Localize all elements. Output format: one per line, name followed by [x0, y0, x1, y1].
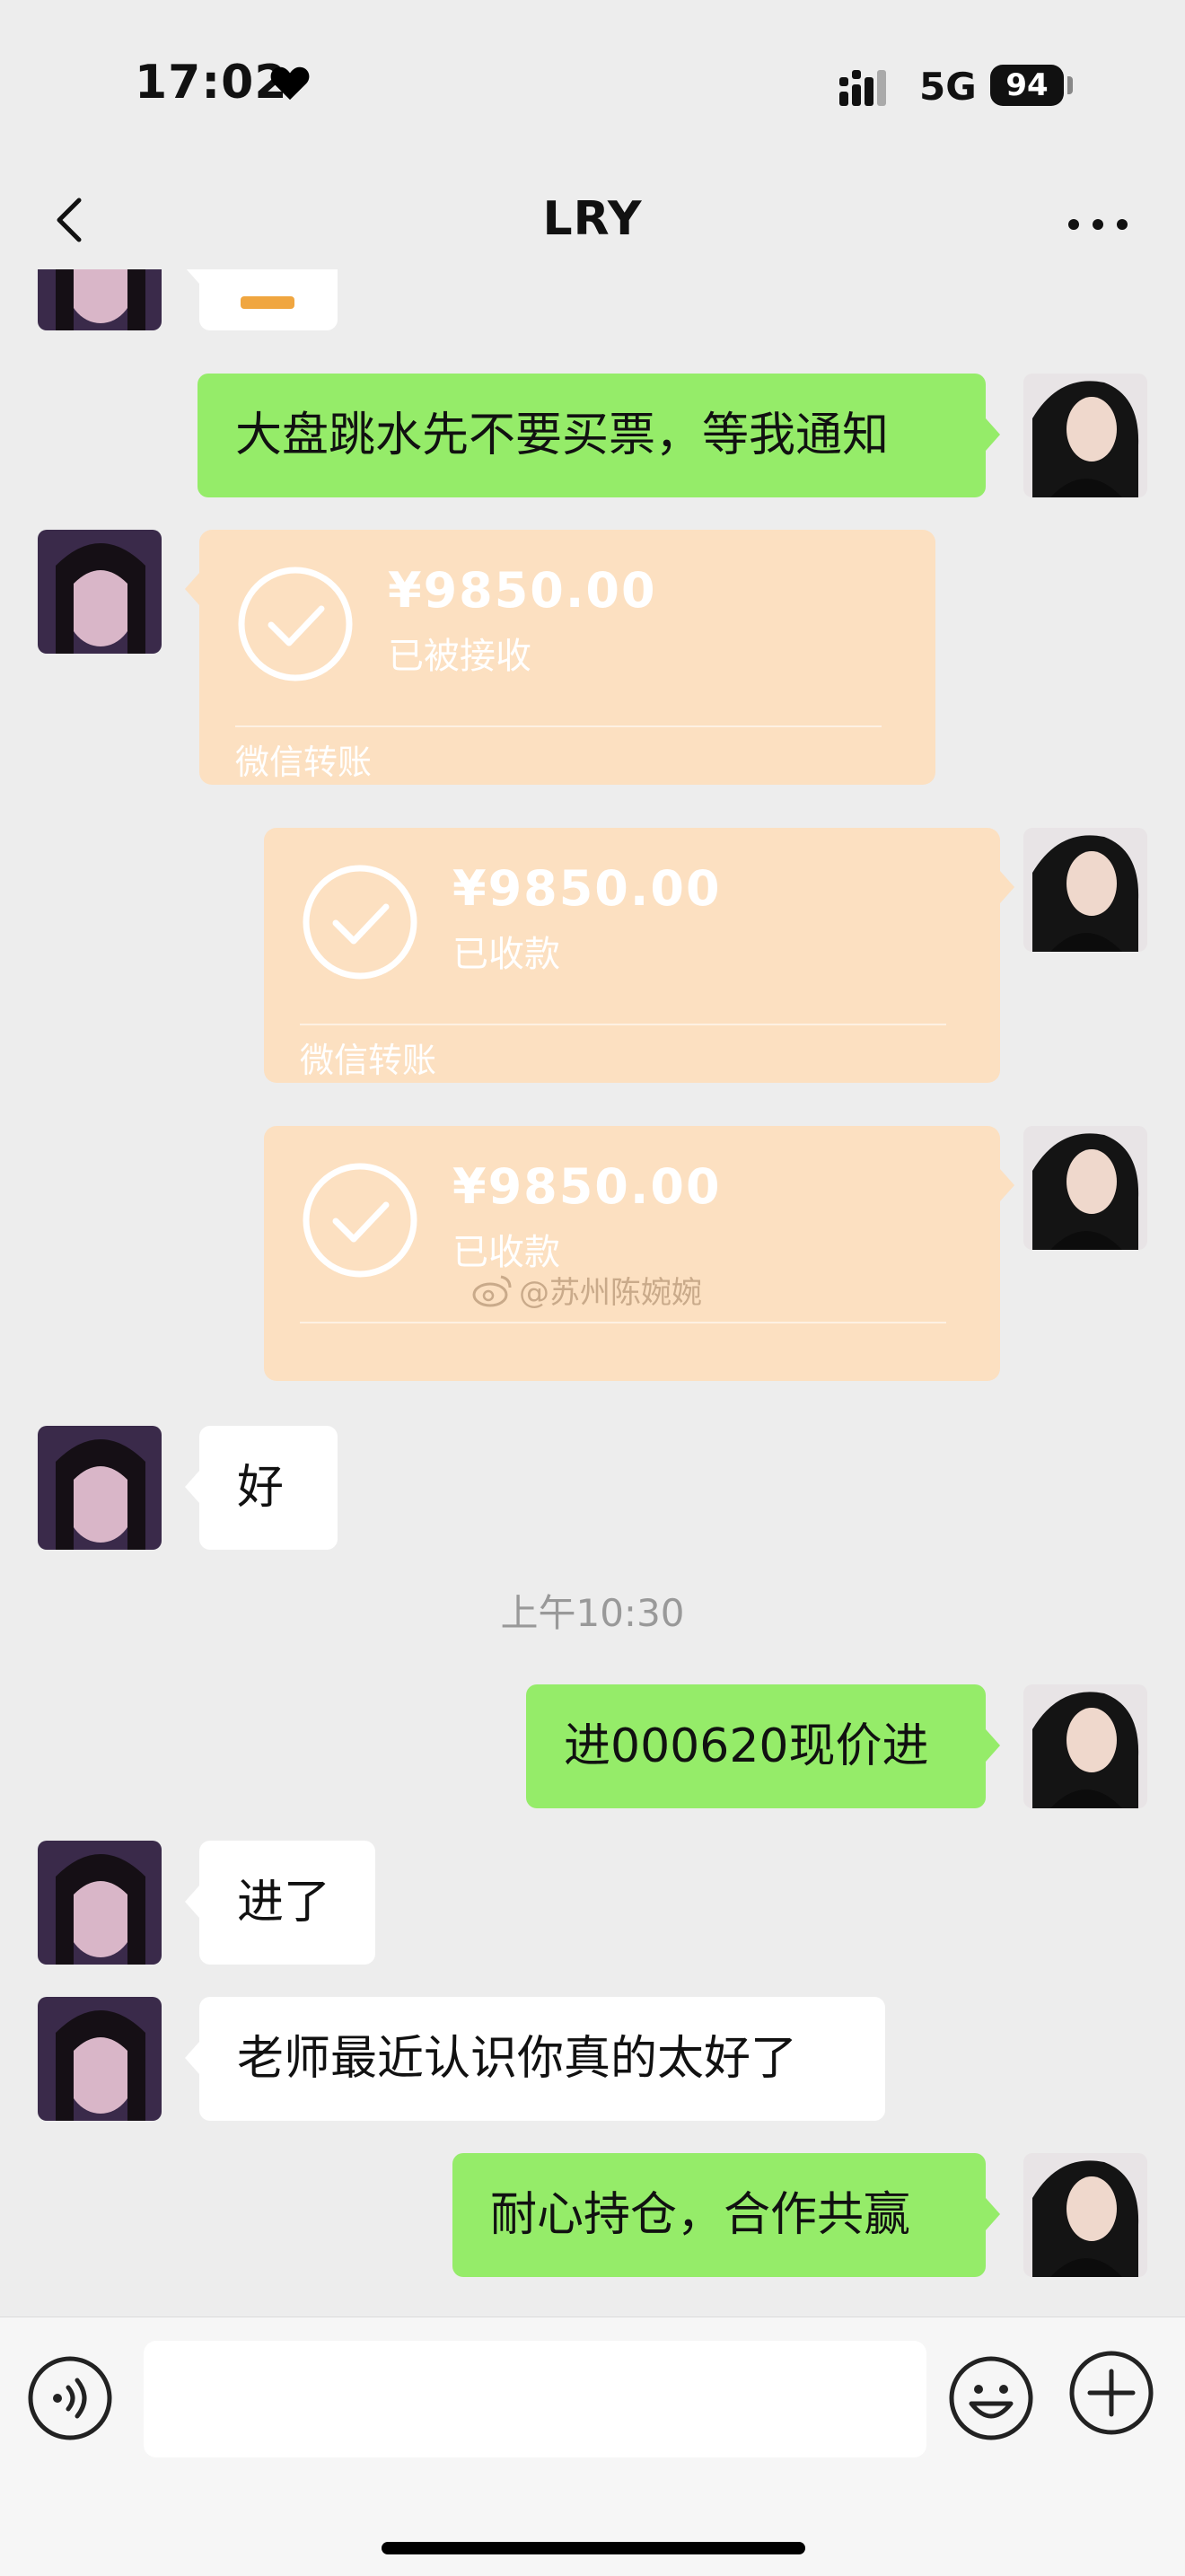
message-bubble-self[interactable]: 大盘跳水先不要买票，等我通知: [198, 374, 1000, 497]
transfer-card-collected[interactable]: ¥9850.00 已收款: [264, 1126, 1014, 1381]
transfer-amount: ¥9850.00: [452, 1158, 722, 1215]
message-bubble-self[interactable]: 进000620现价进: [526, 1684, 1000, 1808]
message-text: 进了: [237, 1876, 331, 1930]
message-text: 大盘跳水先不要买票，等我通知: [235, 409, 890, 462]
avatar-self[interactable]: [1023, 374, 1147, 497]
input-bar: [0, 2317, 1185, 2576]
transfer-status: 已被接收: [388, 636, 531, 677]
avatar-contact[interactable]: [38, 269, 162, 330]
avatar-self[interactable]: [1023, 1126, 1147, 1250]
plus-icon[interactable]: [1068, 2350, 1154, 2436]
heart-icon: [270, 66, 310, 101]
divider: [300, 1322, 946, 1323]
signal-icon: [839, 70, 886, 106]
check-icon: [303, 1163, 417, 1278]
message-input[interactable]: [144, 2341, 926, 2457]
avatar-contact[interactable]: [38, 530, 162, 654]
avatar-self[interactable]: [1023, 1684, 1147, 1808]
transfer-label: 微信转账: [235, 743, 373, 782]
network-type: 5G: [919, 65, 977, 109]
transfer-amount: ¥9850.00: [452, 860, 722, 917]
message-text: 老师最近认识你真的太好了: [237, 2032, 798, 2086]
message-bubble-partial[interactable]: [185, 269, 338, 330]
avatar-self[interactable]: [1023, 828, 1147, 952]
emoji-icon[interactable]: [948, 2355, 1034, 2441]
weibo-icon: [472, 1275, 512, 1307]
more-icon[interactable]: [1066, 217, 1129, 232]
message-bubble-self[interactable]: 耐心持仓，合作共赢: [452, 2153, 1000, 2277]
divider: [235, 725, 882, 727]
voice-icon[interactable]: [27, 2355, 113, 2441]
message-text: 进000620现价进: [564, 1719, 929, 1773]
watermark: @苏州陈婉婉: [472, 1266, 724, 1313]
message-bubble-contact[interactable]: 进了: [185, 1841, 375, 1965]
chat-area[interactable]: 大盘跳水先不要买票，等我通知 ¥9850.00 已被接收 微信转账 ¥9850.…: [0, 269, 1185, 2317]
avatar-contact[interactable]: [38, 1426, 162, 1550]
transfer-card-received[interactable]: ¥9850.00 已被接收 微信转账: [185, 530, 935, 785]
chat-title: LRY: [542, 192, 643, 246]
battery-indicator: 94: [990, 65, 1064, 106]
nav-bar: LRY: [0, 171, 1185, 269]
message-bubble-contact[interactable]: 好: [185, 1426, 338, 1550]
check-icon: [238, 567, 353, 681]
transfer-card-collected[interactable]: ¥9850.00 已收款 微信转账: [264, 828, 1014, 1083]
battery-tip: [1067, 76, 1073, 94]
home-indicator[interactable]: [382, 2542, 805, 2554]
transfer-status: 已收款: [452, 934, 560, 975]
avatar-contact[interactable]: [38, 1841, 162, 1965]
status-time: 17:02: [135, 56, 288, 110]
transfer-label: 微信转账: [300, 1041, 437, 1080]
transfer-amount: ¥9850.00: [388, 562, 657, 619]
divider: [300, 1024, 946, 1025]
avatar-contact[interactable]: [38, 1997, 162, 2121]
sticker-icon: [241, 296, 294, 309]
chat-timestamp: 上午10:30: [500, 1591, 685, 1635]
message-text: 好: [237, 1461, 285, 1515]
message-text: 耐心持仓，合作共赢: [490, 2188, 911, 2242]
avatar-self[interactable]: [1023, 2153, 1147, 2277]
message-bubble-contact[interactable]: 老师最近认识你真的太好了: [185, 1997, 885, 2121]
check-icon: [303, 865, 417, 980]
watermark-text: @苏州陈婉婉: [519, 1275, 702, 1311]
status-bar: 17:02 5G 94: [0, 0, 1185, 171]
